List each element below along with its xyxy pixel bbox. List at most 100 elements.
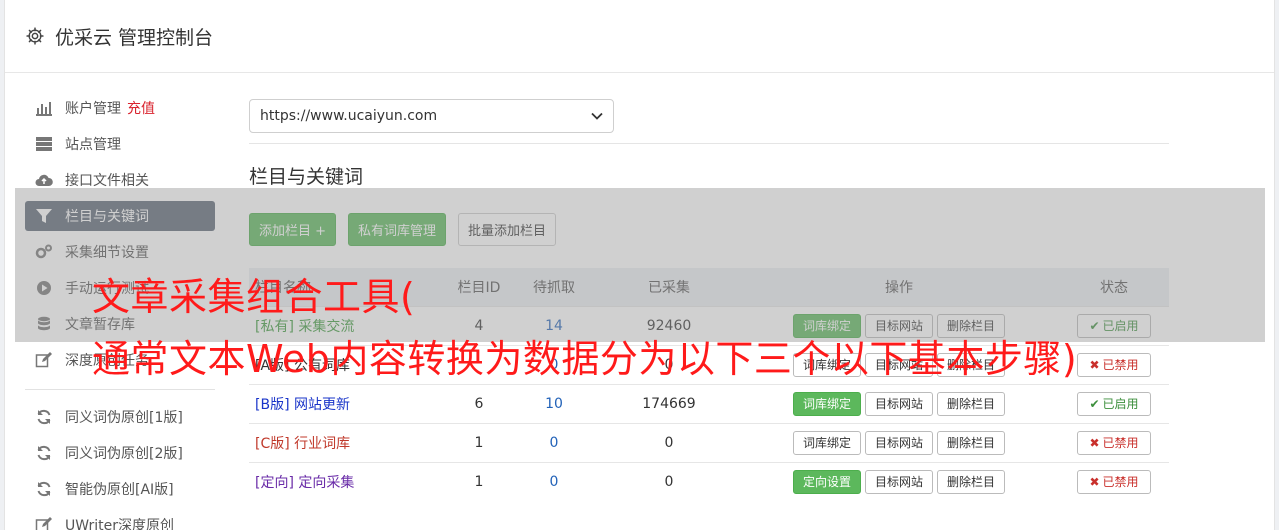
console-frame: 优采云 管理控制台 账户管理 充值 站点管理 接口文件相关 栏目与关键词 采集细…	[4, 0, 1275, 530]
column-name[interactable]: 行业词库	[294, 436, 350, 452]
delete-column-button[interactable]: 删除栏目	[937, 469, 1006, 494]
target-site-button[interactable]: 目标网站	[864, 430, 933, 455]
status-label: 已启用	[1102, 397, 1139, 411]
table-row: [定向] 定向采集 1 0 0 定向设置 目标网站 删除栏目 ✖ 已禁用	[249, 461, 1169, 501]
lexicon-bind-button[interactable]: 词库绑定	[792, 430, 861, 455]
bar-chart-icon	[36, 102, 52, 116]
status-cell: ✖ 已禁用	[1059, 461, 1169, 501]
main-content: https://www.ucaiyun.com 栏目与关键词 添加栏目 + 私有…	[249, 99, 1169, 501]
column-id: 4	[449, 305, 509, 345]
status-cell: ✔ 已启用	[1059, 383, 1169, 423]
sidebar-item-label: UWriter深度原创	[65, 518, 174, 530]
sidebar-item-label: 账户管理	[65, 101, 121, 117]
status-label: 已禁用	[1102, 436, 1139, 450]
lexicon-bind-button[interactable]: 词库绑定	[792, 391, 861, 416]
target-site-button[interactable]: 目标网站	[864, 352, 933, 377]
ops-cell: 词库绑定 目标网站 删除栏目	[739, 422, 1059, 462]
sidebar-item-interface-files[interactable]: 接口文件相关	[25, 165, 215, 195]
sidebar: 账户管理 充值 站点管理 接口文件相关 栏目与关键词 采集细节设置 手动运行测试…	[25, 93, 215, 530]
status-toggle-button[interactable]: ✖ 已禁用	[1077, 352, 1151, 377]
column-tag: [私有]	[255, 318, 294, 335]
sidebar-item-label: 同义词伪原创[2版]	[65, 446, 183, 462]
refresh-icon	[37, 445, 51, 461]
target-site-button[interactable]: 目标网站	[864, 313, 933, 338]
sidebar-item-synonym-v1[interactable]: 同义词伪原创[1版]	[25, 402, 215, 432]
status-cell: ✔ 已启用	[1059, 305, 1169, 345]
sidebar-item-label: 站点管理	[65, 137, 121, 153]
divider	[249, 143, 1169, 144]
site-select[interactable]: https://www.ucaiyun.com	[249, 99, 614, 133]
table-header-row: 栏目名称 栏目ID 待抓取 已采集 操作 状态	[249, 268, 1169, 306]
collected-count: 0	[599, 461, 739, 501]
status-toggle-button[interactable]: ✔ 已启用	[1077, 391, 1151, 416]
refresh-icon	[37, 481, 51, 497]
target-site-button[interactable]: 目标网站	[864, 391, 933, 416]
delete-column-button[interactable]: 删除栏目	[937, 391, 1006, 416]
lexicon-bind-button[interactable]: 词库绑定	[792, 313, 861, 338]
column-tag: [定向]	[255, 474, 294, 491]
add-column-button[interactable]: 添加栏目 +	[249, 213, 337, 246]
sidebar-item-synonym-v2[interactable]: 同义词伪原创[2版]	[25, 438, 215, 468]
column-name[interactable]: 定向采集	[298, 475, 354, 491]
collected-count: 0	[599, 422, 739, 462]
column-name-cell: [A版] 公有词库	[249, 344, 449, 384]
col-header-pending: 待抓取	[509, 268, 599, 306]
column-name-cell: [定向] 定向采集	[249, 461, 449, 501]
sidebar-item-uwriter[interactable]: UWriter深度原创	[25, 510, 215, 530]
col-header-name: 栏目名称	[249, 268, 449, 306]
status-toggle-button[interactable]: ✖ 已禁用	[1077, 430, 1151, 455]
sidebar-item-ai-rewrite[interactable]: 智能伪原创[AI版]	[25, 474, 215, 504]
table-row: [B版] 网站更新 6 10 174669 词库绑定 目标网站 删除栏目 ✔ 已启用	[249, 383, 1169, 423]
column-name-cell: [私有] 采集交流	[249, 305, 449, 345]
sidebar-item-label: 智能伪原创[AI版]	[65, 482, 174, 498]
collected-count: 174669	[599, 383, 739, 423]
target-site-button[interactable]: 目标网站	[864, 469, 933, 494]
sidebar-item-article-storage[interactable]: 文章暂存库	[25, 309, 215, 339]
sidebar-item-label: 手动运行测试	[65, 281, 149, 297]
chevron-down-icon	[591, 112, 603, 120]
sidebar-item-label: 同义词伪原创[1版]	[65, 410, 183, 426]
sidebar-item-account[interactable]: 账户管理 充值	[25, 93, 215, 123]
recharge-link[interactable]: 充值	[127, 98, 155, 118]
filter-icon	[36, 209, 52, 223]
lexicon-bind-button[interactable]: 定向设置	[792, 469, 861, 494]
columns-table: 栏目名称 栏目ID 待抓取 已采集 操作 状态 [私有] 采集交流 4 14 9246…	[249, 268, 1169, 501]
cross-icon: ✖	[1089, 474, 1100, 489]
column-name[interactable]: 采集交流	[298, 319, 354, 335]
delete-column-button[interactable]: 删除栏目	[937, 313, 1006, 338]
delete-column-button[interactable]: 删除栏目	[937, 352, 1006, 377]
sidebar-item-collect-settings[interactable]: 采集细节设置	[25, 237, 215, 267]
sidebar-item-label: 采集细节设置	[65, 245, 149, 261]
ops-cell: 词库绑定 目标网站 删除栏目	[739, 305, 1059, 345]
private-lexicon-button[interactable]: 私有词库管理	[348, 213, 447, 246]
status-toggle-button[interactable]: ✖ 已禁用	[1077, 469, 1151, 494]
check-icon: ✔	[1089, 318, 1100, 333]
column-name-cell: [C版] 行业词库	[249, 422, 449, 462]
sidebar-item-deep-original[interactable]: 深度原创任务	[25, 345, 215, 375]
sidebar-item-label: 深度原创任务	[65, 353, 149, 369]
toolbar: 添加栏目 + 私有词库管理 批量添加栏目	[249, 213, 1169, 246]
edit-icon	[35, 517, 52, 530]
col-header-ops: 操作	[739, 268, 1059, 306]
pending-count: 0	[509, 422, 599, 462]
column-name-cell: [B版] 网站更新	[249, 383, 449, 423]
column-name[interactable]: 公有词库	[294, 358, 350, 374]
status-cell: ✖ 已禁用	[1059, 422, 1169, 462]
lexicon-bind-button[interactable]: 词库绑定	[792, 352, 861, 377]
site-select-value: https://www.ucaiyun.com	[260, 108, 438, 124]
column-tag: [B版]	[255, 396, 290, 413]
delete-column-button[interactable]: 删除栏目	[937, 430, 1006, 455]
section-title: 栏目与关键词	[249, 166, 364, 188]
batch-add-button[interactable]: 批量添加栏目	[458, 213, 557, 246]
status-label: 已禁用	[1102, 358, 1139, 372]
pending-count: 10	[509, 383, 599, 423]
edit-icon	[35, 352, 52, 368]
column-id: 6	[449, 383, 509, 423]
column-name[interactable]: 网站更新	[294, 397, 350, 413]
cogs-icon	[35, 244, 52, 259]
sidebar-item-manual-run[interactable]: 手动运行测试	[25, 273, 215, 303]
sidebar-item-sites[interactable]: 站点管理	[25, 129, 215, 159]
ops-cell: 词库绑定 目标网站 删除栏目	[739, 383, 1059, 423]
status-toggle-button[interactable]: ✔ 已启用	[1077, 313, 1151, 338]
sidebar-item-columns-keywords[interactable]: 栏目与关键词	[25, 201, 215, 231]
